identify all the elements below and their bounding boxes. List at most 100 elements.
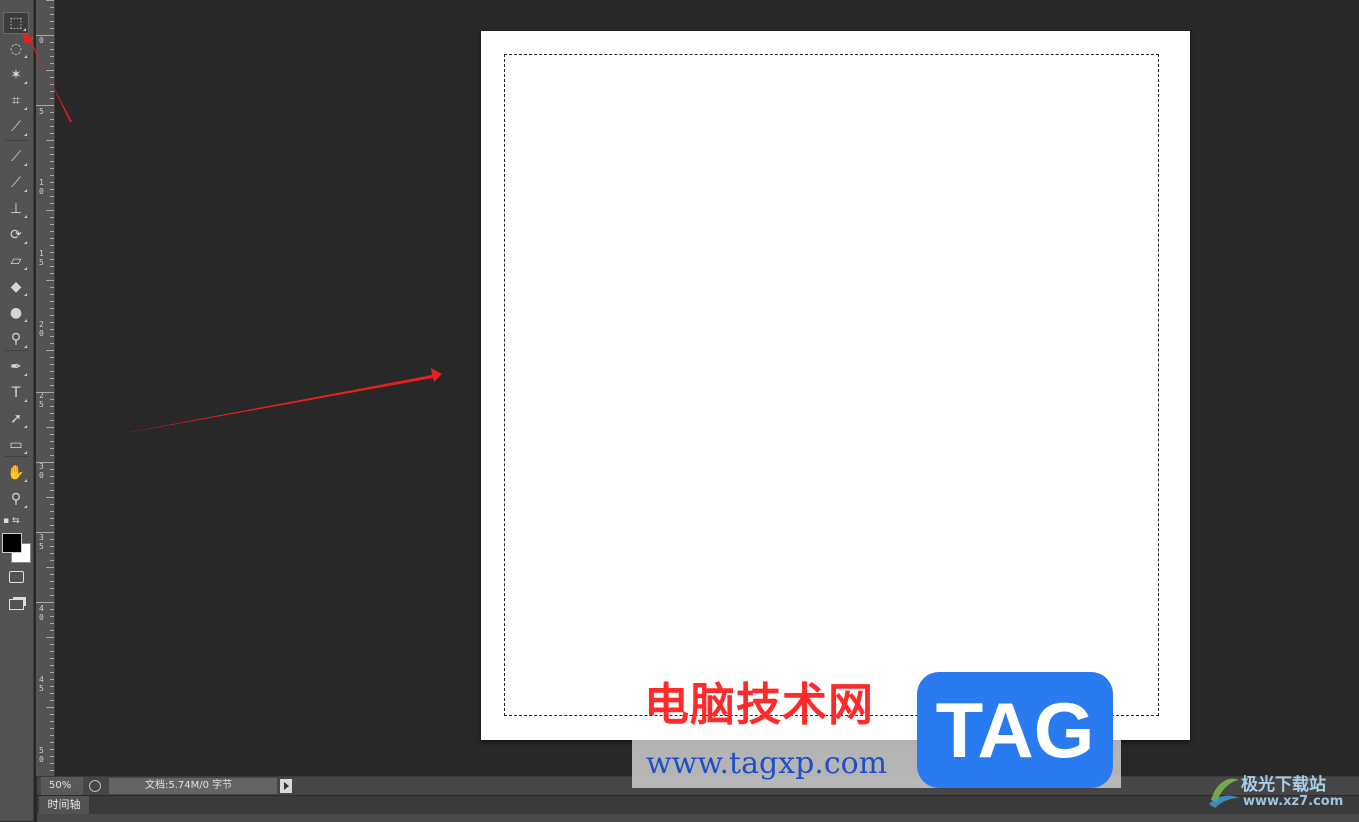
pen-icon: ✒ (10, 359, 22, 375)
tool-flyout-indicator-icon (24, 451, 27, 454)
watermark-tag-logo: TAG (917, 672, 1113, 788)
ruler-tick (50, 238, 54, 239)
eyedropper-tool[interactable]: ⟋ (3, 116, 29, 138)
tool-flyout-indicator-icon (24, 215, 27, 218)
clone-stamp-tool[interactable]: ⊥ (3, 198, 29, 220)
screen-mode-icon (8, 598, 24, 610)
document-canvas[interactable] (481, 31, 1190, 740)
paint-bucket-tool[interactable]: ◆ (3, 276, 29, 298)
ruler-label: 25 (39, 391, 44, 409)
ruler-tick (50, 553, 54, 554)
site-logo: 极光下载站 www.xz7.com (1205, 766, 1355, 816)
ruler-label: 20 (39, 320, 44, 338)
ruler-tick (50, 630, 54, 631)
ruler-tick (50, 672, 54, 673)
ruler-tick (50, 525, 54, 526)
marquee-selection[interactable] (504, 54, 1159, 716)
tool-flyout-indicator-icon (24, 107, 27, 110)
ruler-tick (50, 518, 54, 519)
ruler-tick (50, 168, 54, 169)
history-brush-tool[interactable]: ⟳ (3, 224, 29, 246)
status-menu-arrow-button[interactable] (280, 779, 292, 793)
lasso-icon: ◌ (9, 41, 23, 57)
blur-tool[interactable]: ● (3, 302, 29, 324)
type-tool[interactable]: T (3, 382, 29, 404)
ruler-tick (50, 651, 54, 652)
ruler-tick (50, 315, 54, 316)
brush-tool[interactable]: ⟋ (3, 172, 29, 194)
ruler-tick (50, 476, 54, 477)
tool-flyout-indicator-icon (24, 505, 27, 508)
ruler-tick (50, 273, 54, 274)
ruler-label: 45 (39, 675, 44, 693)
ruler-tick (50, 756, 54, 757)
zoom-tool[interactable]: ⚲ (3, 488, 29, 510)
ruler-tick (50, 511, 54, 512)
tool-flyout-indicator-icon (24, 345, 27, 348)
foreground-color-swatch[interactable] (2, 533, 22, 553)
ruler-tick (50, 483, 54, 484)
watermark: 电脑技术网 www.tagxp.com (632, 680, 1121, 790)
tab-timeline[interactable]: 时间轴 (39, 796, 89, 814)
ruler-tick (50, 714, 54, 715)
healing-brush-tool[interactable]: ⟋ (3, 146, 29, 168)
ruler-tick (50, 182, 54, 183)
magic-wand-tool[interactable]: ✶ (3, 64, 29, 86)
rectangular-marquee-tool[interactable]: ⬚ (3, 12, 29, 34)
hand-tool[interactable]: ✋ (3, 462, 29, 484)
quick-mask-button[interactable] (3, 566, 29, 588)
toolbox-separator (4, 456, 29, 457)
watermark-url: www.tagxp.com (646, 746, 888, 781)
zoom-level[interactable]: 50% (41, 777, 83, 795)
ruler-tick (46, 567, 54, 568)
ruler-tick (50, 406, 54, 407)
ruler-tick (50, 336, 54, 337)
ruler-tick (50, 728, 54, 729)
ruler-tick (50, 763, 54, 764)
ruler-tick (50, 63, 54, 64)
ruler-tick (50, 413, 54, 414)
bandage-icon: ⟋ (11, 149, 21, 165)
hand-icon: ✋ (7, 465, 25, 481)
ruler-tick (50, 364, 54, 365)
lasso-tool[interactable]: ◌ (3, 38, 29, 60)
ruler-tick (50, 189, 54, 190)
ruler-tick (50, 770, 54, 771)
eyedropper-icon: ⟋ (11, 119, 21, 135)
ruler-tick (50, 679, 54, 680)
crop-tool[interactable]: ⌗ (3, 90, 29, 112)
rounded-rect-icon: ▭ (9, 437, 23, 453)
screen-mode-button[interactable] (3, 593, 29, 615)
eraser-tool[interactable]: ▱ (3, 250, 29, 272)
ruler-tick (50, 329, 54, 330)
shape-tool[interactable]: ▭ (3, 434, 29, 456)
ruler-tick (50, 98, 54, 99)
ruler-tick (50, 399, 54, 400)
ruler-tick (50, 56, 54, 57)
path-selection-tool[interactable]: ➚ (3, 408, 29, 430)
arrow-pointer-icon: ➚ (10, 411, 22, 427)
toolbox-separator (4, 350, 29, 351)
ruler-tick (50, 581, 54, 582)
ruler-tick (50, 266, 54, 267)
type-icon: T (11, 385, 21, 401)
ruler-label: 5 (39, 107, 44, 116)
pen-tool[interactable]: ✒ (3, 356, 29, 378)
tool-flyout-indicator-icon (24, 425, 27, 428)
default-colors-swap-icon[interactable]: ▪ ⇆ (3, 516, 29, 526)
status-info-icon[interactable] (89, 780, 101, 792)
ruler-tick (50, 322, 54, 323)
ruler-tick (50, 196, 54, 197)
vertical-ruler[interactable]: 0 5 10 15 20 25 30 35 40 45 50 (36, 0, 55, 776)
ruler-label: 50 (39, 746, 44, 764)
ruler-tick (50, 490, 54, 491)
ruler-tick (46, 637, 54, 638)
ruler-tick (36, 35, 54, 36)
ruler-tick (50, 301, 54, 302)
ruler-tick (50, 574, 54, 575)
dodge-tool[interactable]: ⚲ (3, 328, 29, 350)
blur-drop-icon: ● (9, 305, 23, 321)
ruler-tick (50, 126, 54, 127)
ruler-tick (50, 147, 54, 148)
quick-mask-icon (8, 571, 24, 583)
